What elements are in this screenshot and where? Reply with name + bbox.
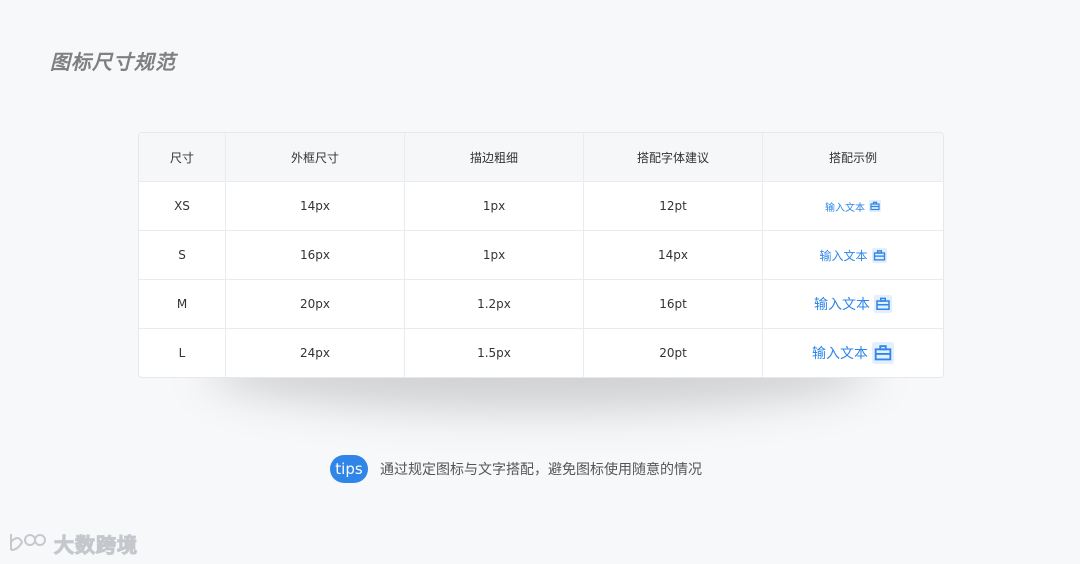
frame-cell: 16px — [226, 231, 405, 279]
table-row: L 24px 1.5px 20pt 输入文本 — [139, 329, 943, 377]
header-frame: 外框尺寸 — [226, 133, 405, 181]
frame-cell: 14px — [226, 182, 405, 230]
stroke-cell: 1.5px — [405, 329, 584, 377]
stroke-cell: 1px — [405, 231, 584, 279]
header-font: 搭配字体建议 — [584, 133, 763, 181]
example-text: 输入文本 — [825, 202, 865, 214]
table-row: M 20px 1.2px 16pt 输入文本 — [139, 280, 943, 329]
brand-logo-icon — [8, 528, 48, 558]
example-text: 输入文本 — [819, 248, 868, 263]
font-cell: 14px — [584, 231, 763, 279]
header-size: 尺寸 — [139, 133, 226, 181]
size-cell: XS — [139, 182, 226, 230]
stroke-cell: 1.2px — [405, 280, 584, 328]
font-cell: 12pt — [584, 182, 763, 230]
size-cell: L — [139, 329, 226, 377]
size-cell: S — [139, 231, 226, 279]
tips-text: 通过规定图标与文字搭配，避免图标使用随意的情况 — [380, 462, 702, 478]
briefcase-icon — [868, 342, 894, 364]
size-cell: M — [139, 280, 226, 328]
example: 输入文本 — [825, 199, 881, 214]
example-cell: 输入文本 — [763, 231, 943, 279]
example: 输入文本 — [814, 294, 892, 314]
example-cell: 输入文本 — [763, 182, 943, 230]
spec-table: 尺寸 外框尺寸 描边粗细 搭配字体建议 搭配示例 XS 14px 1px 12p… — [138, 132, 944, 378]
font-cell: 20pt — [584, 329, 763, 377]
table-row: XS 14px 1px 12pt 输入文本 — [139, 182, 943, 231]
table-header-row: 尺寸 外框尺寸 描边粗细 搭配字体建议 搭配示例 — [139, 133, 943, 182]
watermark-text: 大数跨境 — [54, 532, 138, 557]
table-row: S 16px 1px 14px 输入文本 — [139, 231, 943, 280]
header-stroke: 描边粗细 — [405, 133, 584, 181]
briefcase-icon — [865, 200, 881, 212]
example-text: 输入文本 — [812, 346, 868, 362]
example-text: 输入文本 — [814, 297, 870, 313]
font-cell: 16pt — [584, 280, 763, 328]
example-cell: 输入文本 — [763, 280, 943, 328]
example-cell: 输入文本 — [763, 329, 943, 377]
page-title: 图标尺寸规范 — [50, 50, 176, 74]
tips-badge: tips — [330, 455, 368, 483]
header-example: 搭配示例 — [828, 150, 877, 165]
briefcase-icon — [870, 295, 892, 313]
frame-cell: 20px — [226, 280, 405, 328]
stroke-cell: 1px — [405, 182, 584, 230]
example: 输入文本 — [812, 342, 894, 364]
frame-cell: 24px — [226, 329, 405, 377]
example: 输入文本 — [819, 247, 887, 264]
tips: tips 通过规定图标与文字搭配，避免图标使用随意的情况 — [330, 455, 702, 483]
watermark-logo: 大数跨境 — [8, 528, 138, 558]
briefcase-icon — [868, 247, 887, 263]
